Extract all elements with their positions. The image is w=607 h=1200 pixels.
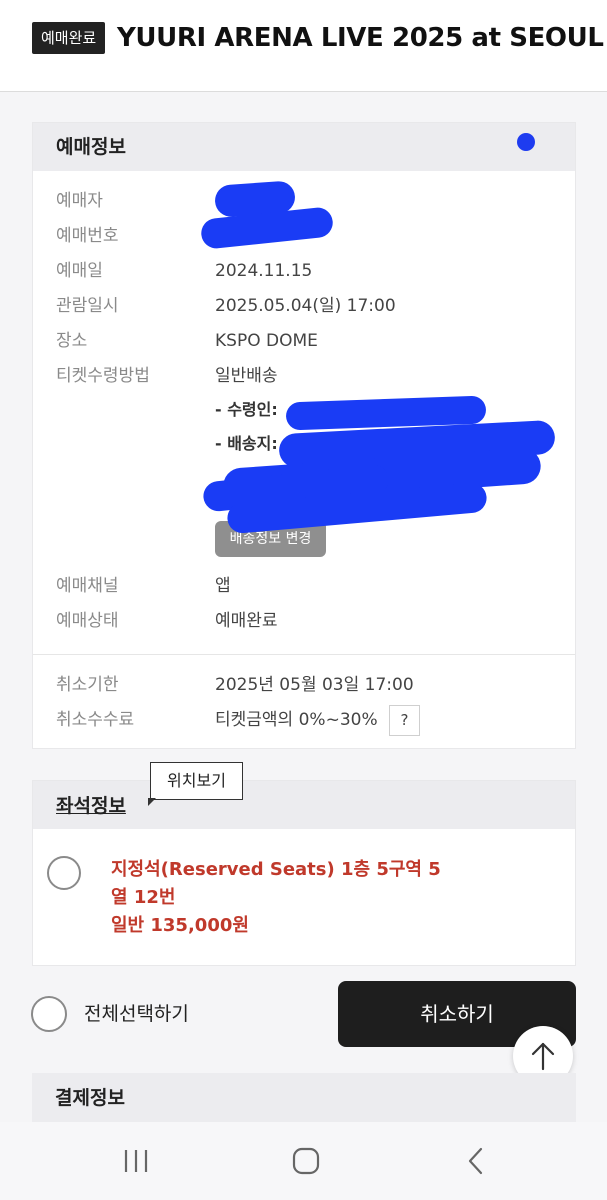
booking-info-title: 예매정보: [56, 136, 126, 158]
seat-row-number: 열 12번: [111, 887, 176, 908]
seat-info-header: 좌석정보: [33, 781, 575, 829]
back-icon[interactable]: [462, 1147, 490, 1175]
status-badge: 예매완료: [32, 22, 106, 54]
seat-description-line: 지정석(Reserved Seats) 1층 5구역 5: [111, 859, 441, 880]
booking-status-value: 예매완료: [215, 611, 278, 631]
payment-info-title: 결제정보: [55, 1087, 125, 1109]
booking-number-label: 예매번호: [56, 226, 119, 246]
booking-status-label: 예매상태: [56, 611, 119, 631]
cancel-deadline-label: 취소기한: [56, 675, 119, 695]
seat-info-title[interactable]: 좌석정보: [56, 794, 126, 818]
view-location-tooltip[interactable]: 위치보기: [150, 762, 243, 800]
booking-info-card: 예매정보 예매자 예매번호 예매일 2024.11.15 관람일시 2025.0…: [32, 122, 576, 749]
booking-channel-label: 예매채널: [56, 576, 119, 596]
booking-date-label: 예매일: [56, 261, 103, 281]
recent-apps-icon[interactable]: [120, 1148, 152, 1174]
booking-channel-value: 앱: [215, 576, 231, 596]
blue-dot-mark: [517, 133, 535, 151]
recipient-label: - 수령인:: [215, 400, 278, 419]
tooltip-pointer: [148, 798, 156, 806]
booker-label: 예매자: [56, 191, 103, 211]
cancel-fee-label: 취소수수료: [56, 710, 135, 730]
venue-label: 장소: [56, 331, 88, 351]
ticket-receipt-value: 일반배송: [215, 366, 278, 386]
seat-select-radio[interactable]: [47, 856, 81, 890]
app-header: 예매완료 YUURI ARENA LIVE 2025 at SEOUL: [0, 0, 607, 92]
section-divider: [33, 654, 575, 655]
show-datetime-label: 관람일시: [56, 296, 119, 316]
address-label: - 배송지:: [215, 434, 278, 453]
select-all-radio[interactable]: [31, 996, 67, 1032]
booking-info-header: 예매정보: [33, 123, 575, 171]
payment-info-card: 결제정보: [32, 1073, 576, 1125]
venue-value: KSPO DOME: [215, 331, 318, 351]
page-title: YUURI ARENA LIVE 2025 at SEOUL: [117, 23, 604, 53]
cancel-fee-value: 티켓금액의 0%~30%: [215, 710, 378, 730]
show-datetime-value: 2025.05.04(일) 17:00: [215, 296, 396, 316]
cancel-fee-help-button[interactable]: ?: [389, 705, 420, 736]
booking-date-value: 2024.11.15: [215, 261, 313, 281]
cancel-deadline-value: 2025년 05월 03일 17:00: [215, 675, 414, 695]
home-icon[interactable]: [290, 1147, 322, 1175]
select-all-label[interactable]: 전체선택하기: [84, 1001, 189, 1027]
ticket-receipt-label: 티켓수령방법: [56, 366, 150, 386]
seat-info-card: 좌석정보 지정석(Reserved Seats) 1층 5구역 5 열 12번 …: [32, 780, 576, 966]
system-nav-bar: [0, 1122, 607, 1200]
seat-price: 일반 135,000원: [111, 915, 249, 936]
